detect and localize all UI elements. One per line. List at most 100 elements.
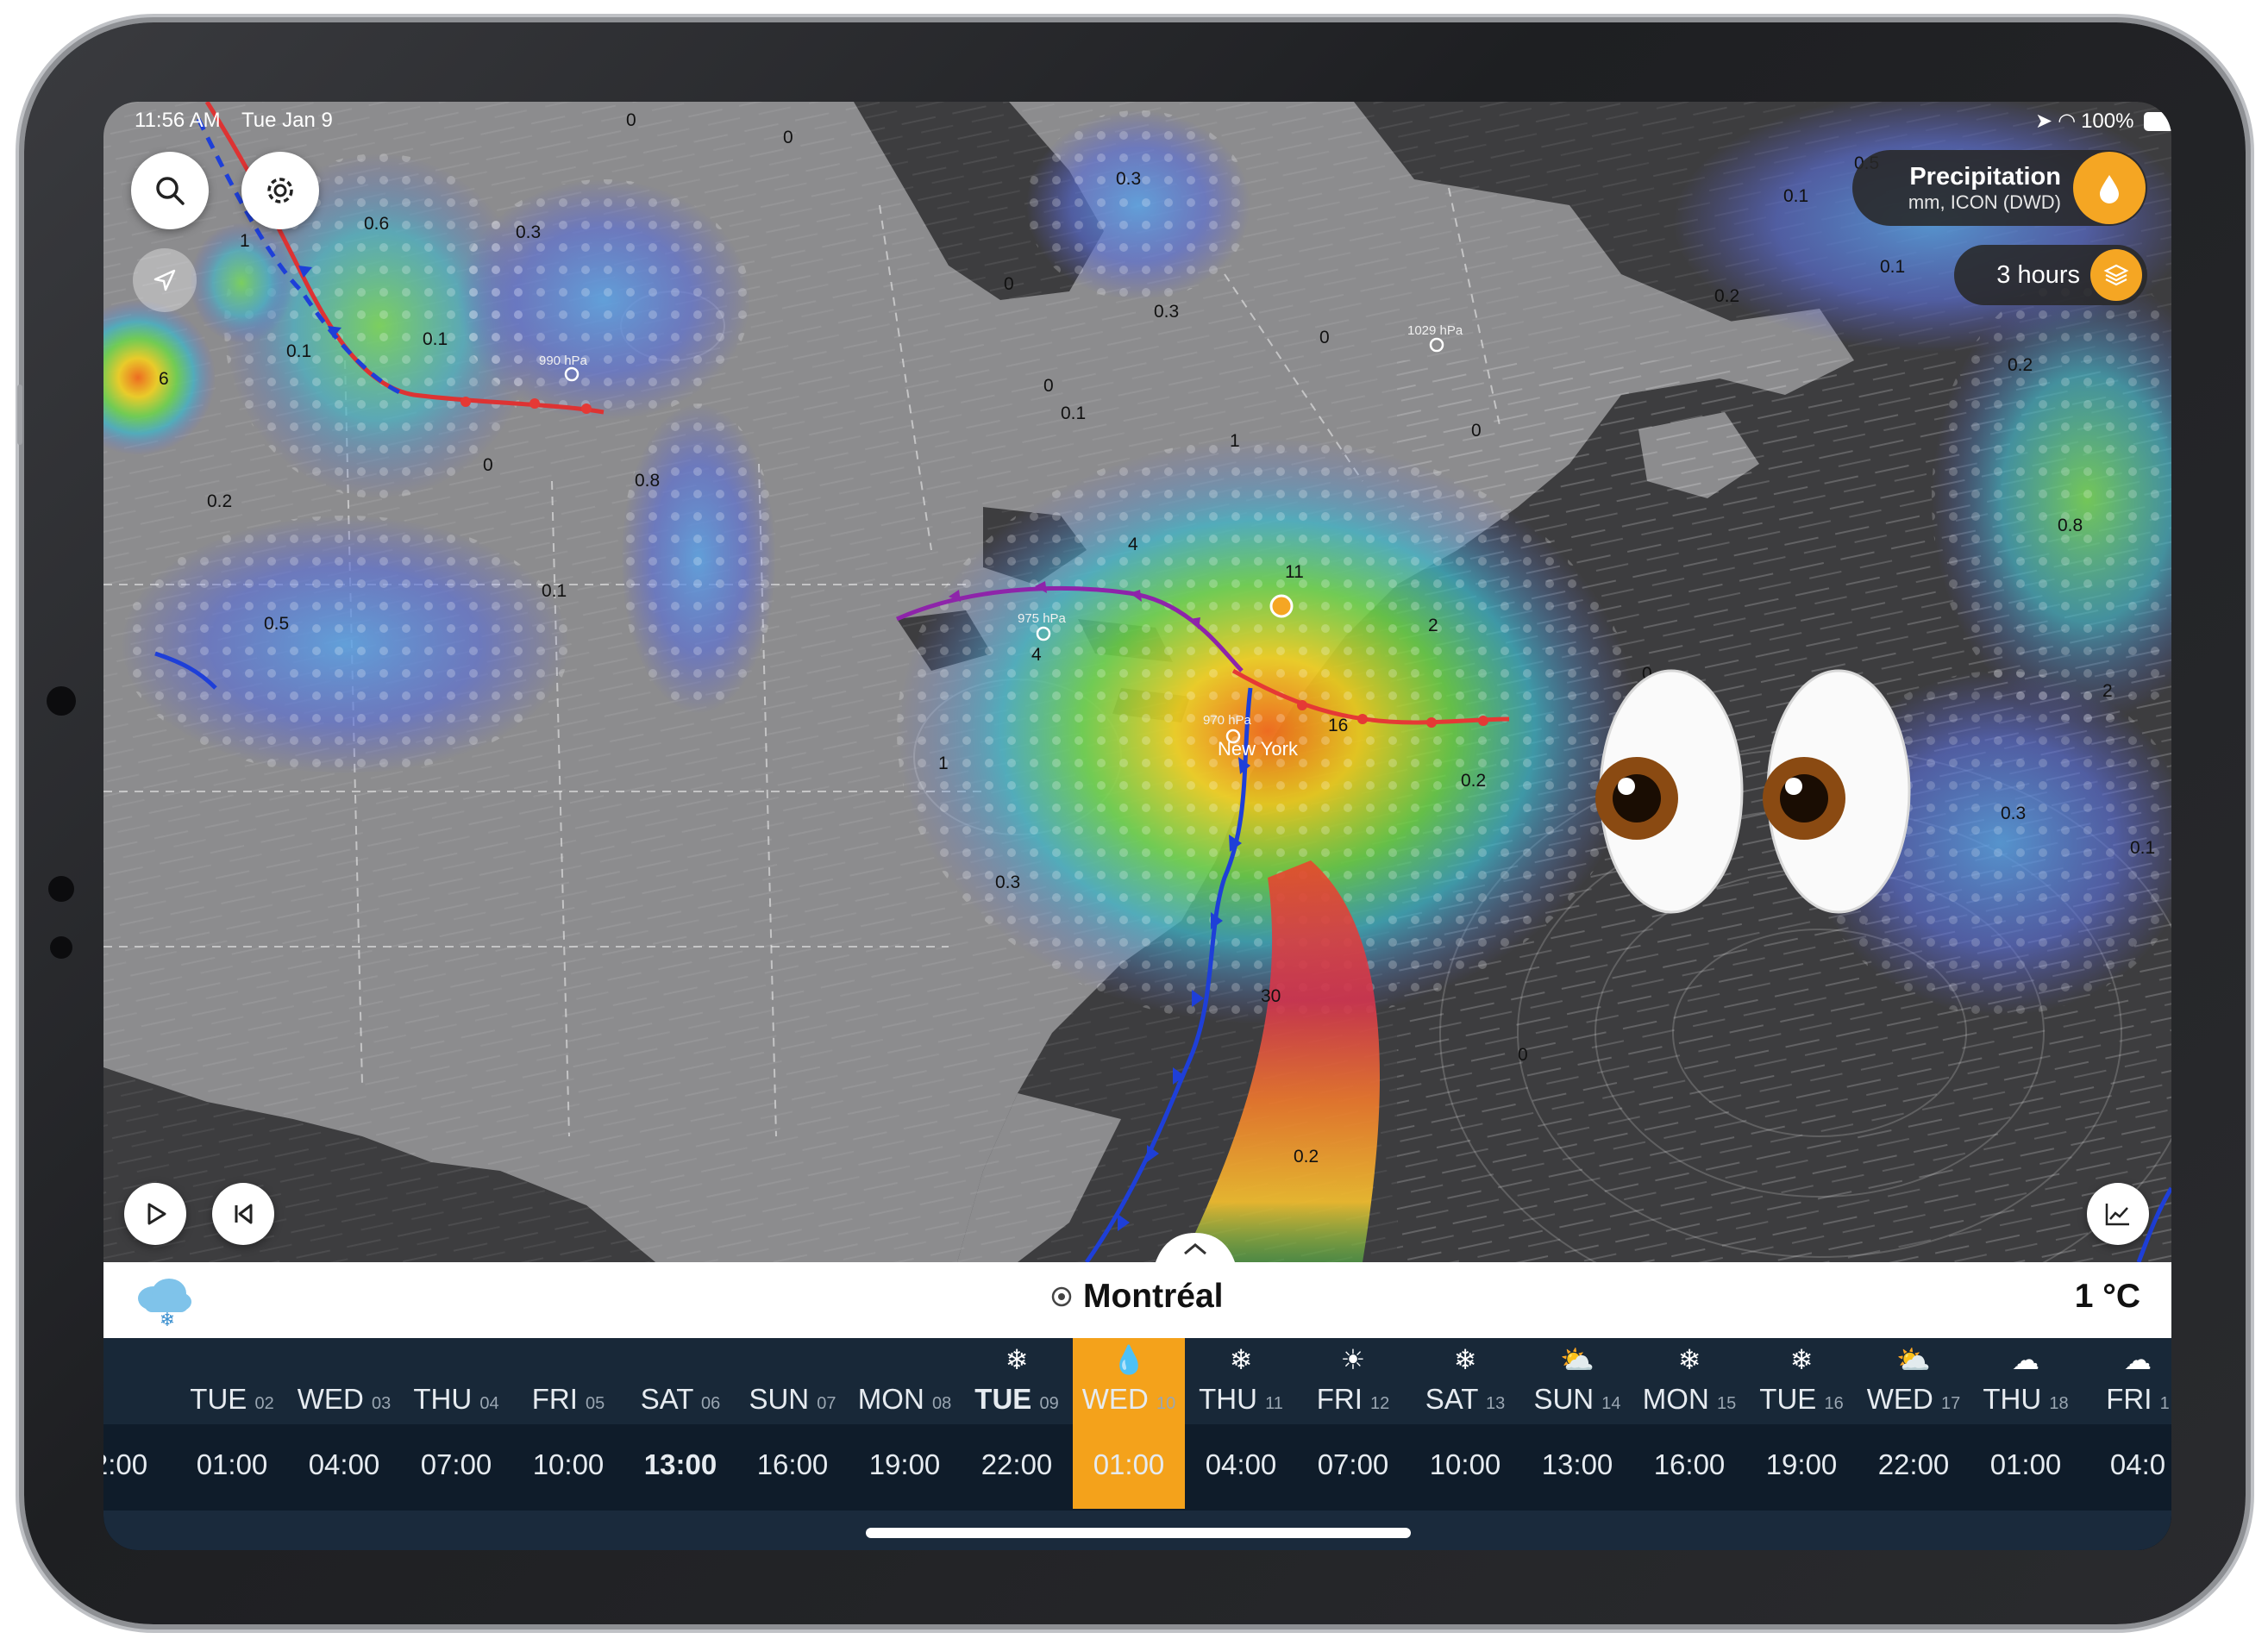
timeline-slot[interactable]: WED 03 04:00: [288, 1338, 400, 1511]
day-date: 11: [1265, 1394, 1283, 1413]
timeline-slot[interactable]: 2:00: [103, 1338, 176, 1511]
precip-value: 30: [1261, 986, 1281, 1006]
time-label: 2:00: [103, 1448, 148, 1480]
day-name: SAT: [640, 1383, 693, 1415]
day-label: WED 03: [288, 1383, 400, 1416]
time-label: 01:00: [196, 1448, 268, 1480]
timeline-slot[interactable]: ❄ TUE 16 19:00: [1745, 1338, 1858, 1511]
day-label: TUE 16: [1745, 1383, 1858, 1416]
map-canvas[interactable]: 990 hPa 1029 hPa 975 hPa 970 hPa New Yor…: [103, 102, 2171, 1262]
timeline-slot[interactable]: ☁ FRI 1 04:0: [2082, 1338, 2171, 1511]
precip-value: 0: [483, 455, 493, 475]
day-date: 09: [1039, 1394, 1059, 1413]
weather-icon: ☁: [2012, 1344, 2039, 1375]
day-date: 04: [479, 1394, 499, 1413]
status-time: 11:56 AM: [135, 109, 221, 132]
forecast-timeline[interactable]: 2:00 TUE 02 01:00 WED 03 04:00 THU 04 07:00 FRI…: [103, 1338, 2171, 1550]
day-date: 03: [371, 1394, 392, 1413]
time-label: 07:00: [1317, 1448, 1389, 1480]
chart-button[interactable]: [2087, 1183, 2149, 1245]
gear-icon: [267, 178, 293, 203]
timeline-slot[interactable]: MON 08 19:00: [849, 1338, 961, 1511]
layer-selector[interactable]: Precipitation mm, ICON (DWD): [1852, 150, 2147, 226]
time-label: 04:00: [308, 1448, 380, 1480]
locate-button[interactable]: [133, 248, 197, 312]
precip-value: 0.1: [1783, 186, 1808, 206]
home-indicator[interactable]: [866, 1528, 1411, 1538]
play-icon: [147, 1203, 166, 1225]
timeline-slot[interactable]: ❄ THU 11 04:00: [1185, 1338, 1297, 1511]
day-label: WED 17: [1858, 1383, 1970, 1416]
precip-value: 0.3: [1154, 302, 1179, 322]
day-date: 14: [1601, 1394, 1621, 1413]
precip-value: 0.1: [1880, 257, 1905, 277]
precip-value: 1: [240, 231, 250, 251]
timeline-slot[interactable]: ❄ SAT 13 10:00: [1409, 1338, 1521, 1511]
pressure-label: 975 hPa: [1018, 611, 1067, 626]
layers-icon: [2090, 249, 2142, 301]
timeline-slot[interactable]: THU 04 07:00: [400, 1338, 512, 1511]
precip-value: 0.1: [1061, 403, 1086, 423]
day-label: MON 15: [1633, 1383, 1745, 1416]
day-name: TUE: [974, 1383, 1032, 1415]
time-label: 19:00: [1765, 1448, 1838, 1480]
day-date: 12: [1370, 1394, 1390, 1413]
precip-value: 0: [1518, 1045, 1528, 1065]
day-date: 18: [2049, 1394, 2069, 1413]
precip-value: 6: [159, 369, 169, 389]
day-name: FRI: [531, 1383, 578, 1415]
day-date: 07: [817, 1394, 836, 1413]
interval-label: 3 hours: [1996, 260, 2080, 289]
day-date: 16: [1824, 1394, 1844, 1413]
settings-button[interactable]: [241, 152, 319, 229]
precip-value: 2: [1428, 616, 1438, 635]
day-label: FRI 1: [2082, 1383, 2171, 1416]
day-name: THU: [413, 1383, 473, 1415]
precip-value: 0.3: [1116, 169, 1141, 189]
day-date: 15: [1716, 1394, 1737, 1413]
day-date: 06: [701, 1394, 721, 1413]
wifi-icon: ◠: [2058, 109, 2077, 133]
timeline-slot[interactable]: ☁ THU 18 01:00: [1970, 1338, 2082, 1511]
interval-selector[interactable]: 3 hours: [1954, 245, 2147, 305]
timeline-slot[interactable]: SAT 06 13:00: [624, 1338, 736, 1511]
timeline-slot[interactable]: ⛅ SUN 14 13:00: [1521, 1338, 1633, 1511]
selected-location-marker: [1269, 594, 1294, 618]
day-label: TUE 02: [176, 1383, 288, 1416]
precip-value: 0.5: [264, 614, 289, 634]
timeline-slot[interactable]: ☀ FRI 12 07:00: [1297, 1338, 1409, 1511]
day-label: THU 04: [400, 1383, 512, 1416]
location-title[interactable]: Montréal: [1049, 1278, 1224, 1316]
precip-value: 11: [1285, 562, 1304, 582]
day-name: FRI: [2106, 1383, 2152, 1415]
timeline-slot[interactable]: ❄ MON 15 16:00: [1633, 1338, 1745, 1511]
rewind-button[interactable]: [212, 1183, 274, 1245]
play-button[interactable]: [124, 1183, 186, 1245]
timeline-slot[interactable]: ❄ TUE 09 22:00: [961, 1338, 1073, 1511]
timeline-slot[interactable]: FRI 05 10:00: [512, 1338, 624, 1511]
location-target-icon: [1051, 1286, 1072, 1307]
day-date: 17: [1940, 1394, 1961, 1413]
day-label: SUN 14: [1521, 1383, 1633, 1416]
day-name: MON: [1642, 1383, 1709, 1415]
temperature: 1 °C: [2074, 1278, 2140, 1315]
timeline-slot[interactable]: ⛅ WED 17 22:00: [1858, 1338, 1970, 1511]
day-date: 13: [1486, 1394, 1506, 1413]
svg-text:❄: ❄: [160, 1310, 175, 1328]
timeline-slot[interactable]: SUN 07 16:00: [736, 1338, 849, 1511]
weather-map[interactable]: 990 hPa 1029 hPa 975 hPa 970 hPa New Yor…: [103, 102, 2171, 1262]
day-name: WED: [1081, 1383, 1149, 1415]
timeline-slot[interactable]: 💧 WED 10 01:00: [1073, 1338, 1185, 1509]
layer-title: Precipitation: [1909, 162, 2061, 191]
weather-icon: ❄: [1789, 1344, 1814, 1375]
location-bar[interactable]: ❄ Montréal 1 °C: [103, 1262, 2171, 1338]
time-label: 01:00: [1989, 1448, 2062, 1480]
precip-value: 0.8: [635, 471, 660, 491]
time-label: 19:00: [868, 1448, 941, 1480]
chart-icon: [2105, 1204, 2129, 1226]
search-button[interactable]: [131, 152, 209, 229]
day-name: THU: [1199, 1383, 1257, 1415]
precip-value: 0: [1319, 328, 1330, 347]
precip-value: 0.1: [542, 581, 567, 601]
timeline-slot[interactable]: TUE 02 01:00: [176, 1338, 288, 1511]
